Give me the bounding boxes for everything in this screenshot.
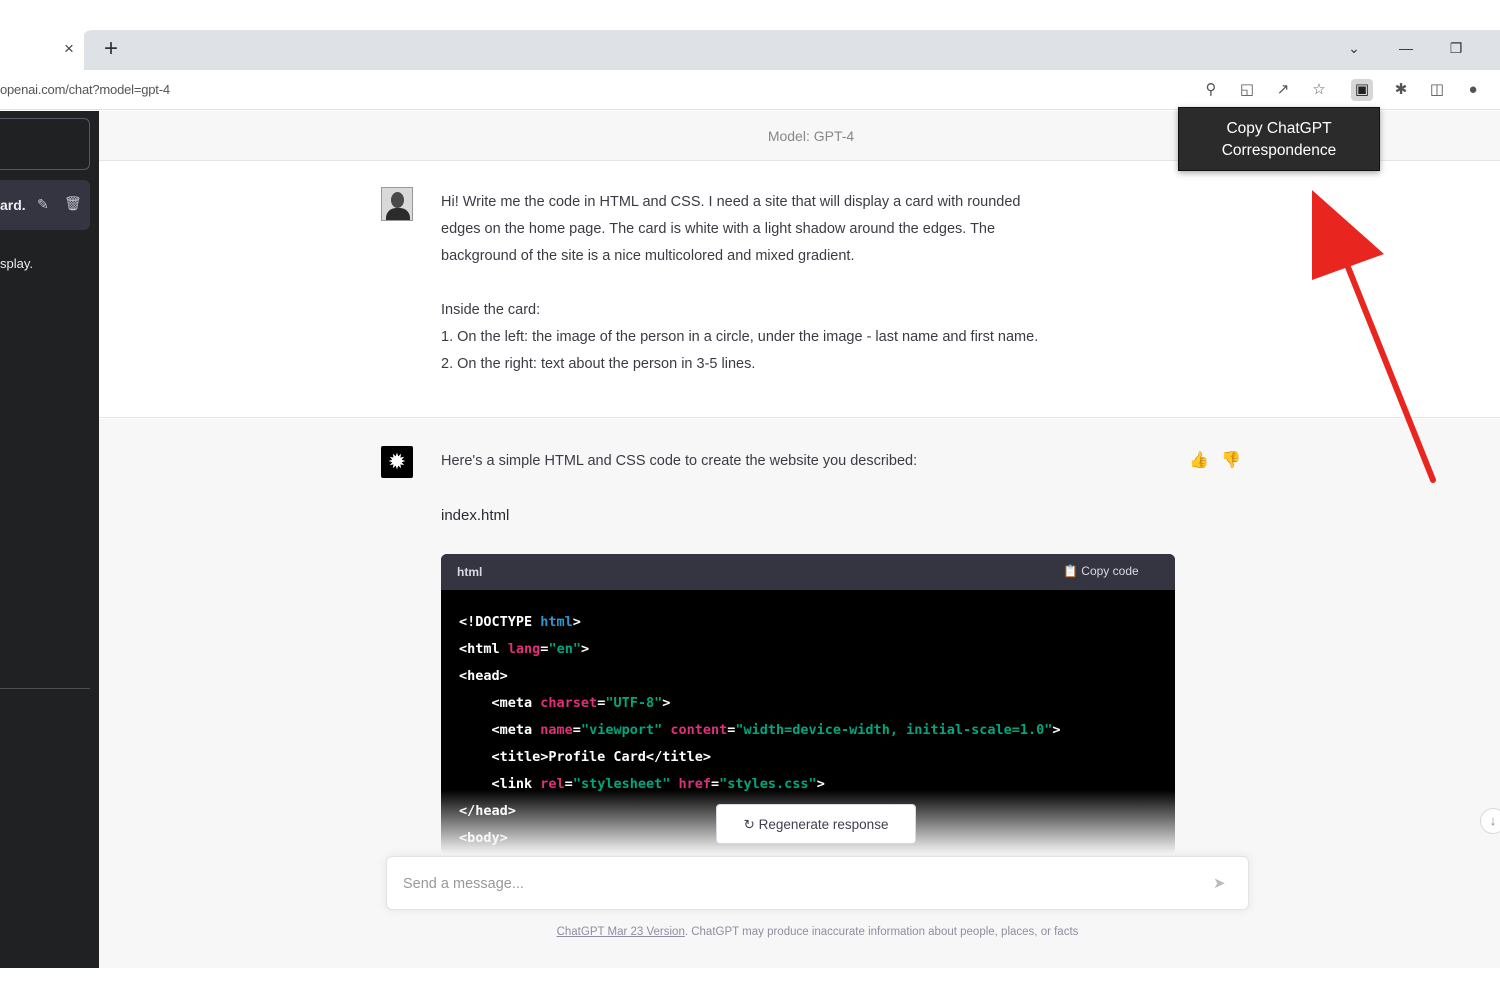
regenerate-response-button[interactable]: ↻ Regenerate response [716,804,916,844]
minimize-button[interactable]: — [1394,38,1418,58]
translate-icon[interactable]: ◱ [1236,79,1258,101]
code-line: <head> [459,668,508,684]
copy-code-label: Copy code [1081,564,1139,578]
code-line: <meta charset="UTF-8"> [459,695,671,711]
annotation-arrow [1312,190,1436,483]
side-panel-icon[interactable]: ◫ [1426,79,1448,101]
share-icon[interactable]: ↗ [1272,79,1294,101]
send-icon[interactable]: ➤ [1213,874,1226,892]
code-line: <meta name="viewport" content="width=dev… [459,722,1061,738]
code-language-label: html [457,565,483,579]
code-line: <html lang="en"> [459,641,590,657]
scroll-down-icon[interactable]: ↓ [1480,808,1500,834]
trash-icon[interactable]: 🗑 [64,195,82,212]
copy-code-button[interactable]: 📋 Copy code [1063,564,1139,578]
user-avatar [381,187,413,221]
sidebar-conversation-title: ard. [0,197,26,213]
user-message-line-5: Inside the card: [441,302,541,318]
extension-tooltip: Copy ChatGPT Correspondence [1178,107,1380,171]
tab-search-icon[interactable]: ⌄ [1342,38,1366,58]
copy-chatgpt-extension-icon[interactable]: ▣ [1351,79,1373,101]
regenerate-label: Regenerate response [758,817,889,832]
user-message-line-2: edges on the home page. The card is whit… [441,221,996,237]
message-input[interactable] [403,872,1183,896]
assistant-intro-text: Here's a simple HTML and CSS code to cre… [441,453,918,469]
arrow-shaft [1339,249,1436,483]
code-line: <title>Profile Card</title> [459,749,711,765]
new-chat-button[interactable] [0,118,90,170]
user-message-line-6: 1. On the left: the image of the person … [441,329,1039,345]
arrow-head [1312,190,1384,280]
url-field[interactable]: openai.com/chat?model=gpt-4 [0,82,170,97]
edit-pencil-icon[interactable]: ✎ [37,196,49,213]
tooltip-line-2: Correspondence [1221,142,1337,159]
code-filename: index.html [441,507,510,524]
footer-disclaimer: ChatGPT Mar 23 Version. ChatGPT may prod… [386,926,1249,938]
user-message-line-7: 2. On the right: text about the person i… [441,356,756,372]
thumbs-down-icon[interactable]: 👎 [1221,450,1241,470]
extensions-puzzle-icon[interactable]: ✱ [1390,79,1412,101]
sidebar-conversation-item[interactable]: splay. [0,256,40,271]
user-message-line-1: Hi! Write me the code in HTML and CSS. I… [441,194,1021,210]
code-line: <!DOCTYPE html> [459,614,581,630]
profile-avatar-icon[interactable]: ● [1462,79,1484,101]
footer-text: . ChatGPT may produce inaccurate informa… [684,926,1079,938]
screenshot-root: × + ⌄ — ❐ openai.com/chat?model=gpt-4 ⚲ … [0,0,1500,1000]
zoom-icon[interactable]: ⚲ [1200,79,1222,101]
tooltip-line-1: Copy ChatGPT [1226,120,1332,137]
user-message-line-3: background of the site is a nice multico… [441,248,855,264]
tabstrip-background [82,30,1500,70]
new-tab-button[interactable]: + [98,36,124,62]
clipboard-icon: 📋 [1063,564,1078,578]
restore-button[interactable]: ❐ [1444,38,1468,58]
refresh-icon: ↻ [743,817,755,832]
sidebar-divider [0,688,90,689]
sidebar [0,111,99,968]
bookmark-star-icon[interactable]: ☆ [1308,79,1330,101]
chatgpt-logo-icon: ✹ [381,446,413,478]
bottom-strip [0,968,1500,1000]
thumbs-up-icon[interactable]: 👍 [1189,450,1209,470]
tab-close-icon[interactable]: × [60,38,78,60]
version-link[interactable]: ChatGPT Mar 23 Version [557,926,685,938]
message-input-box: ➤ [386,856,1249,910]
